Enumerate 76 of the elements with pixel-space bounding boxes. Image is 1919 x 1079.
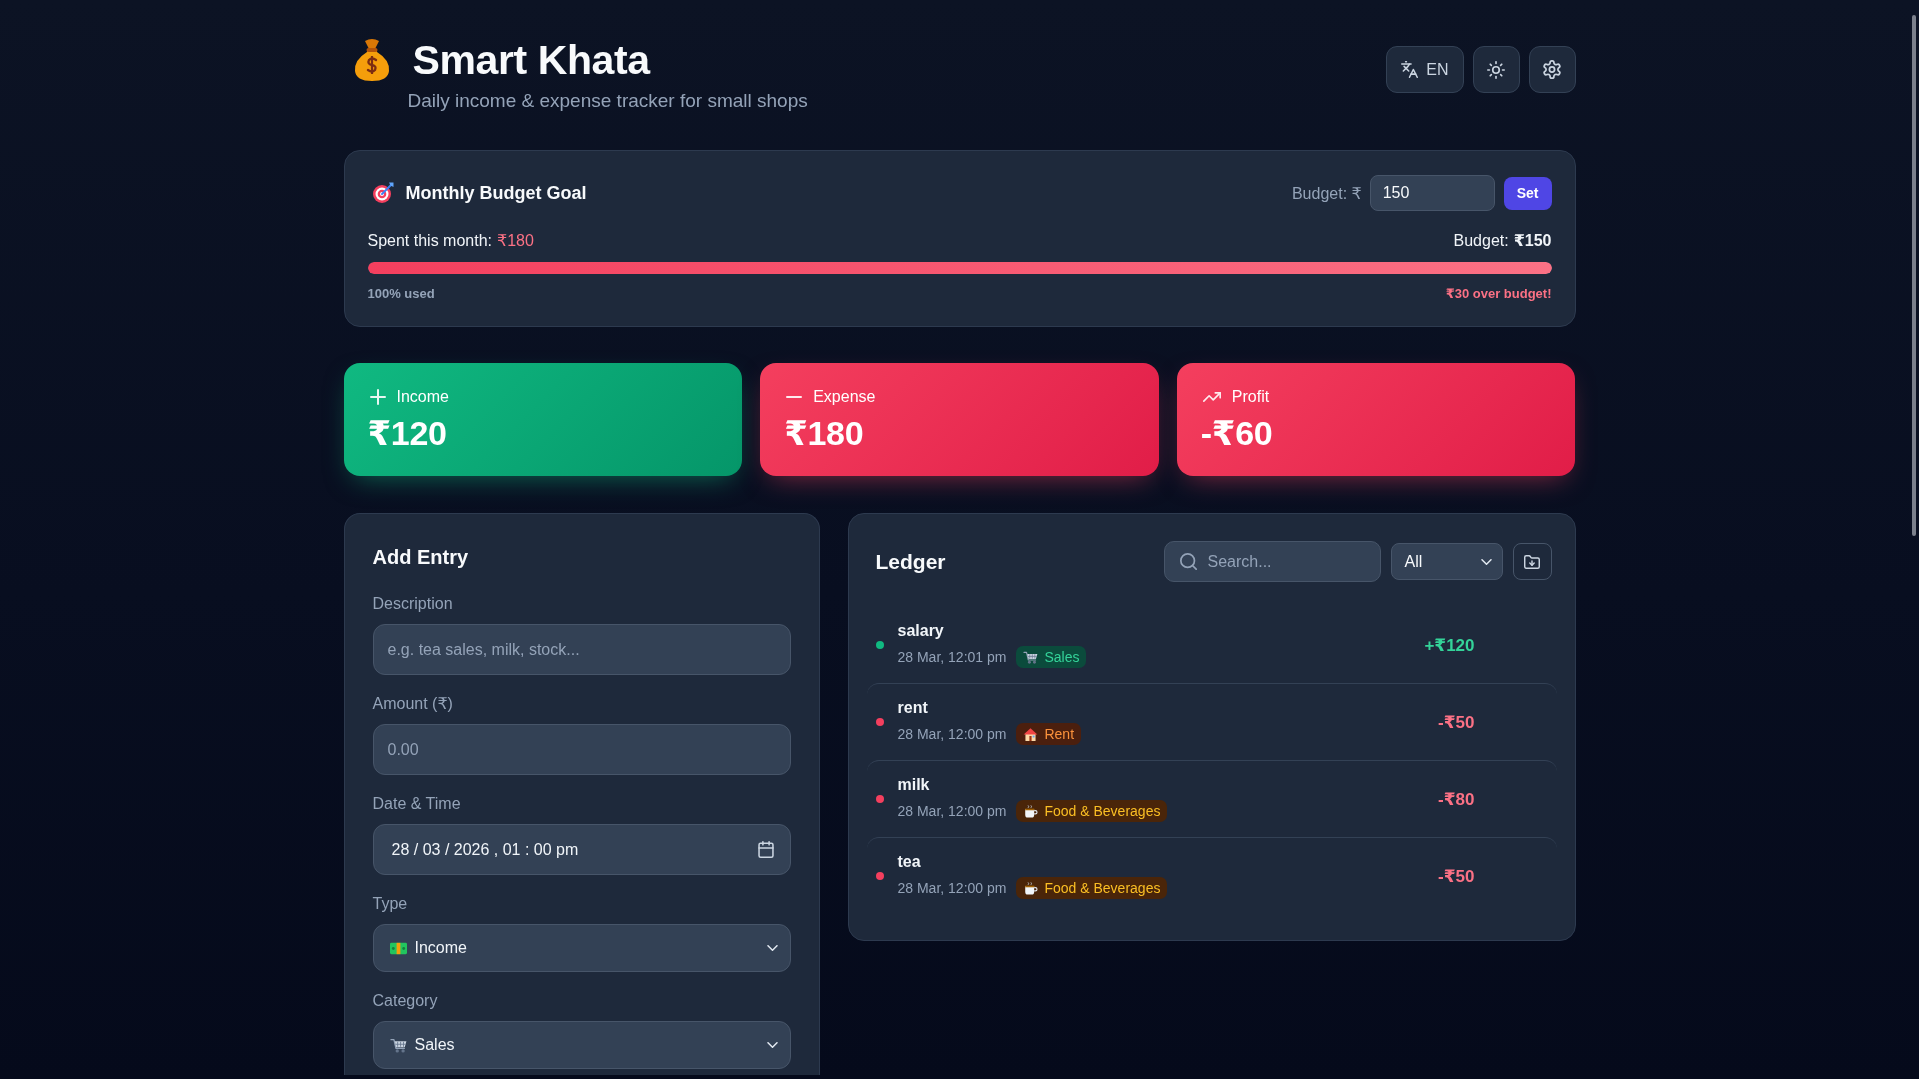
category-label: Food & Beverages — [1044, 803, 1161, 819]
chevron-down-icon — [766, 1042, 778, 1048]
cup-icon — [1023, 881, 1039, 895]
settings-icon — [1543, 60, 1561, 79]
spent-amount: ₹180 — [497, 231, 534, 250]
category-label: Sales — [1044, 649, 1080, 665]
chevron-down-icon — [1480, 558, 1492, 565]
field-label: Category — [372, 991, 439, 1011]
budget-status: ₹30 over budget! — [1445, 286, 1552, 301]
set-button[interactable]: Set — [1503, 176, 1552, 210]
date-time-input[interactable]: 28 / 03 / 2026 , 01 : 00 pm — [372, 824, 791, 875]
field-label: Description — [372, 594, 454, 614]
dropdown-select[interactable]: Income — [372, 924, 791, 972]
entry-amount: -₹80 — [1438, 788, 1475, 810]
search-input[interactable]: Search... — [1163, 541, 1381, 582]
entry-amount: -₹50 — [1438, 865, 1475, 887]
app-subtitle: Daily income & expense tracker for small shops — [407, 90, 808, 112]
form-title: Add Entry — [372, 545, 470, 569]
entry-name: rent — [897, 698, 929, 718]
summary-label: Profit — [1231, 388, 1270, 406]
budget-input[interactable]: 150 — [1369, 175, 1495, 211]
entry-name: milk — [897, 775, 931, 795]
minus-icon — [786, 396, 803, 398]
settings-button[interactable] — [1528, 46, 1576, 93]
theme-button[interactable] — [1472, 46, 1520, 93]
dropdown-select[interactable]: Sales — [372, 1021, 791, 1069]
status-dot — [875, 795, 884, 803]
usage-text: 100% used — [367, 286, 435, 301]
chevron-down-icon — [766, 945, 778, 951]
entry-amount: +₹120 — [1424, 634, 1475, 656]
field-label: Amount (₹) — [372, 694, 454, 714]
filter-select[interactable]: All — [1390, 543, 1503, 580]
entry-time: 28 Mar, 12:00 pm — [897, 803, 1007, 819]
budget-title: Monthly Budget Goal — [405, 182, 587, 204]
app-title: Smart Khata — [412, 36, 650, 84]
folder-arrow-icon — [1524, 554, 1540, 569]
ledger-title: Ledger — [875, 549, 947, 574]
sun-icon — [1487, 60, 1505, 79]
entry-name: tea — [897, 852, 922, 872]
budget-label: Budget: ₹ — [1291, 183, 1362, 203]
entry-time: 28 Mar, 12:00 pm — [897, 726, 1007, 742]
entry-time: 28 Mar, 12:01 pm — [897, 649, 1007, 665]
summary-amount: -₹60 — [1200, 413, 1274, 453]
field-label: Date & Time — [372, 794, 462, 814]
cart-icon — [1023, 650, 1039, 664]
summary-amount: ₹180 — [784, 413, 865, 453]
cup-icon — [1023, 804, 1039, 818]
target-icon — [371, 182, 394, 204]
status-dot — [875, 641, 884, 649]
search-icon — [1179, 553, 1197, 570]
translate-icon — [1401, 61, 1419, 78]
budget-limit-label: Budget: — [1453, 232, 1509, 250]
status-dot — [875, 718, 884, 726]
category-label: Rent — [1044, 726, 1075, 742]
entry-amount: -₹50 — [1438, 711, 1475, 733]
category-label: Food & Beverages — [1044, 880, 1161, 896]
language-button[interactable]: EN — [1386, 46, 1464, 93]
cart-icon — [389, 1037, 407, 1053]
summary-amount: ₹120 — [367, 413, 448, 453]
house-icon — [1023, 727, 1039, 741]
summary-label: Income — [396, 388, 449, 406]
banknote-icon — [389, 940, 407, 956]
download-button[interactable] — [1512, 543, 1552, 580]
amount-input[interactable]: 0.00 — [372, 724, 791, 775]
trend-up-icon — [1202, 392, 1221, 402]
entry-name: salary — [897, 621, 945, 641]
entry-time: 28 Mar, 12:00 pm — [897, 880, 1007, 896]
text-input[interactable]: e.g. tea sales, milk, stock... — [372, 624, 791, 675]
spent-label: Spent this month: — [367, 232, 492, 250]
summary-label: Expense — [813, 388, 876, 406]
budget-limit-amount: ₹150 — [1513, 231, 1552, 250]
calendar-icon — [757, 841, 774, 858]
plus-icon — [369, 389, 386, 405]
field-label: Type — [372, 894, 409, 914]
scrollbar-thumb[interactable] — [1912, 15, 1916, 536]
status-dot — [875, 872, 884, 880]
